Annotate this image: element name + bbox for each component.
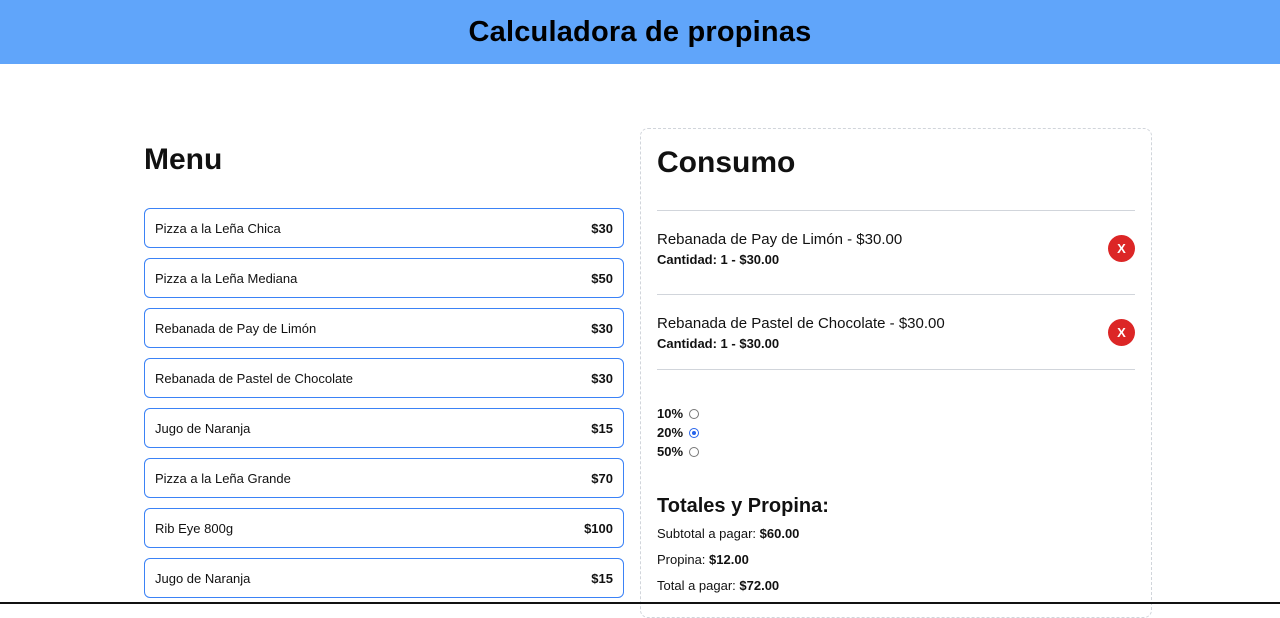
menu-item[interactable]: Jugo de Naranja $15 [144, 408, 624, 448]
menu-list: Pizza a la Leña Chica $30 Pizza a la Leñ… [144, 208, 624, 598]
consumo-section: Consumo Rebanada de Pay de Limón - $30.0… [640, 128, 1152, 618]
tip-option-50[interactable]: 50% [657, 442, 1135, 461]
menu-item-price: $30 [591, 220, 613, 236]
tip-option-label: 20% [657, 425, 684, 440]
menu-item-name: Rib Eye 800g [155, 520, 234, 536]
tip-option-label: 50% [657, 444, 684, 459]
menu-item-name: Rebanada de Pastel de Chocolate [155, 370, 354, 386]
close-icon: X [1117, 241, 1126, 256]
app-title: Calculadora de propinas [468, 15, 812, 48]
close-icon: X [1117, 325, 1126, 340]
subtotal-value: $60.00 [759, 526, 800, 541]
menu-item-name: Pizza a la Leña Grande [155, 470, 291, 486]
menu-item-name: Jugo de Naranja [155, 570, 251, 586]
menu-item-price: $50 [591, 270, 613, 286]
menu-item-price: $30 [591, 370, 613, 386]
total-label: Total a pagar: [657, 578, 740, 593]
tip-value: $12.00 [709, 552, 749, 567]
menu-item[interactable]: Pizza a la Leña Chica $30 [144, 208, 624, 248]
remove-item-button[interactable]: X [1108, 235, 1135, 262]
menu-item[interactable]: Pizza a la Leña Grande $70 [144, 458, 624, 498]
menu-item-name: Pizza a la Leña Mediana [155, 270, 298, 286]
totals-section: Totales y Propina: Subtotal a pagar: $60… [657, 493, 1135, 603]
app-header: Calculadora de propinas [0, 0, 1280, 64]
menu-item-price: $15 [591, 420, 613, 436]
menu-title: Menu [144, 143, 223, 176]
menu-item-price: $30 [591, 320, 613, 336]
subtotal-label: Subtotal a pagar: [657, 526, 760, 541]
menu-item-price: $100 [584, 520, 613, 536]
consumo-title: Consumo [657, 146, 796, 179]
tip-label: Propina: [657, 552, 710, 567]
menu-section: Menu Pizza a la Leña Chica $30 Pizza a l… [144, 128, 624, 608]
tip-line: Propina: $12.00 [657, 551, 1135, 577]
menu-item-price: $70 [591, 470, 613, 486]
subtotal-line: Subtotal a pagar: $60.00 [657, 525, 1135, 551]
order-item: Rebanada de Pastel de Chocolate - $30.00… [657, 295, 1135, 370]
totals-title: Totales y Propina: [657, 495, 829, 517]
menu-item[interactable]: Rib Eye 800g $100 [144, 508, 624, 548]
order-item-quantity: Cantidad: 1 - $30.00 [657, 252, 780, 267]
tip-radio-50[interactable] [689, 446, 700, 457]
menu-item-name: Pizza a la Leña Chica [155, 220, 281, 236]
tip-radio-10[interactable] [689, 408, 700, 419]
tip-option-10[interactable]: 10% [657, 404, 1135, 423]
menu-item-price: $15 [591, 570, 613, 586]
tip-options: 10% 20% 50% [657, 404, 1135, 461]
menu-item[interactable]: Rebanada de Pay de Limón $30 [144, 308, 624, 348]
tip-option-20[interactable]: 20% [657, 423, 1135, 442]
menu-item[interactable]: Jugo de Naranja $15 [144, 558, 624, 598]
menu-item[interactable]: Rebanada de Pastel de Chocolate $30 [144, 358, 624, 398]
menu-item-name: Jugo de Naranja [155, 420, 251, 436]
total-value: $72.00 [739, 578, 780, 593]
order-item: Rebanada de Pay de Limón - $30.00 Cantid… [657, 211, 1135, 295]
order-list: Rebanada de Pay de Limón - $30.00 Cantid… [657, 210, 1135, 370]
menu-item-name: Rebanada de Pay de Limón [155, 320, 317, 336]
remove-item-button[interactable]: X [1108, 319, 1135, 346]
tip-radio-20[interactable] [689, 427, 700, 438]
order-item-title: Rebanada de Pastel de Chocolate - $30.00 [657, 315, 945, 332]
order-item-quantity: Cantidad: 1 - $30.00 [657, 336, 780, 351]
menu-item[interactable]: Pizza a la Leña Mediana $50 [144, 258, 624, 298]
tip-option-label: 10% [657, 406, 684, 421]
order-item-title: Rebanada de Pay de Limón - $30.00 [657, 231, 903, 248]
total-line: Total a pagar: $72.00 [657, 577, 1135, 603]
